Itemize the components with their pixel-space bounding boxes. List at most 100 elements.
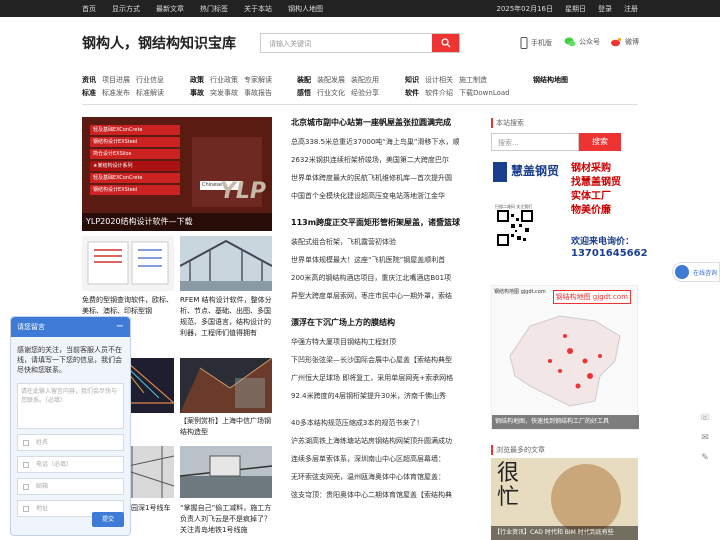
thumb-caption[interactable]: 免费的型钢查询软件，欧标、美标、澳标、印标型钢 [82, 295, 174, 317]
nav-head[interactable]: 事故 [190, 87, 204, 100]
article-headline[interactable]: 北京城市副中心站第一座帆屋盖张拉圆满完成 [291, 117, 476, 133]
thumb-qingdao-metro[interactable] [180, 446, 272, 498]
phone-icon[interactable]: ☏ [695, 408, 715, 428]
message-textarea[interactable]: 请在此输入留言内容，我们会尽快与您联系。（必填） [17, 383, 124, 429]
nav-head[interactable]: 政策 [190, 74, 204, 87]
nav-item[interactable]: 行业文化 [317, 87, 345, 100]
article-link[interactable]: 弦支穹顶：贵阳奥体中心二期体育馆屋盖【索结构典 [291, 486, 476, 504]
article-group: 113m跨度正交平面矩形管桁架屋盖，诸暨篮球 装配式组合桁架，飞机露营初体验 世… [291, 217, 476, 305]
weibo-link[interactable]: 微博 [610, 37, 639, 47]
nav-item[interactable]: 装配发展 [317, 74, 345, 87]
nav-item[interactable]: 专家解读 [244, 74, 272, 87]
ad-phone[interactable]: 13701645662 [571, 248, 648, 259]
brand-logo-icon [493, 162, 507, 182]
article-headline[interactable]: 漂浮在下沉广场上方的膜结构 [291, 317, 476, 333]
article-link[interactable]: 下凹形张弦梁—长沙国际会展中心屋盖【索结构典型 [291, 351, 476, 369]
chat-header[interactable]: 请您留言 − [11, 317, 130, 337]
article-link[interactable]: 华强方特大厦项目钢结构工程封顶 [291, 333, 476, 351]
steel-map-banner[interactable]: 钢结构地图 gjgdt.com 钢结构地图 gjgdt.com 钢结构地图，快速… [491, 285, 639, 430]
phone-field[interactable]: 电话（必填） [17, 456, 124, 473]
nav-display-mode[interactable]: 显示方式 [112, 4, 140, 14]
login-link[interactable]: 登录 [598, 4, 612, 14]
thumb-caption[interactable]: 【案例赏析】上海中信广场钢结构造型 [180, 416, 272, 438]
hot-article-banner[interactable]: 很忙 【行业资讯】CAD 时代和 BIM 时代到底有些 [491, 458, 638, 540]
hot-caption: 【行业资讯】CAD 时代和 BIM 时代到底有些 [491, 526, 638, 540]
email-field[interactable]: 邮箱 [17, 478, 124, 495]
chat-icon[interactable]: ✉ [695, 428, 715, 448]
article-link[interactable]: 总高338.5米总重近37000吨“海上鸟巢”滑移下水，顺 [291, 133, 476, 151]
nav-latest-articles[interactable]: 最新文章 [156, 4, 184, 14]
nav-item[interactable]: 施工制造 [459, 74, 487, 87]
article-link[interactable]: 92.4米跨度的4层钢桁架提升30米，济南千佛山秀 [291, 387, 476, 405]
article-link[interactable]: 无环索弦支网壳，温州瓯海奥体中心体育馆屋盖： [291, 468, 476, 486]
article-link[interactable]: 广州恒大足球场 即将复工，采用单层网壳+索承网格 [291, 369, 476, 387]
field-placeholder: 地址 [36, 505, 49, 512]
thumb-shanghai-citic-plaza[interactable] [180, 358, 272, 413]
nav-item[interactable]: 突发事故 [210, 87, 238, 100]
search-placeholder: 搜索... [498, 139, 519, 147]
nav-head[interactable]: 资讯 [82, 74, 96, 87]
nav-item[interactable]: 行业政策 [210, 74, 238, 87]
nav-item[interactable]: 标准发布 [102, 87, 130, 100]
submit-button[interactable]: 提交 [92, 512, 124, 527]
thumb-steel-section-software[interactable] [82, 236, 174, 291]
search-input[interactable]: 请输入关键词 [269, 39, 311, 49]
nav-item[interactable]: 设计相关 [425, 74, 453, 87]
floating-toolbar: ☏ ✉ ✎ [695, 408, 715, 468]
sidebar-search-input[interactable]: 搜索... [491, 133, 579, 151]
nav-head[interactable]: 感悟 [297, 87, 311, 100]
minimize-icon[interactable]: − [116, 317, 124, 337]
article-link[interactable]: 异型大跨度单层索网，枣庄市民中心一期外罩，索结 [291, 287, 476, 305]
article-group: 北京城市副中心站第一座帆屋盖张拉圆满完成 总高338.5米总重近37000吨“海… [291, 117, 476, 205]
nav-item[interactable]: 软件介绍 [425, 87, 453, 100]
article-link[interactable]: 沪苏湖高铁上海练塘站站房钢结构网架顶升圆满成功 [291, 432, 476, 450]
header-search[interactable]: 请输入关键词 [260, 33, 460, 53]
slider-caption[interactable]: YLP2020结构设计软件—下载 [82, 213, 272, 231]
featured-slider[interactable]: 轻及基础EXConCrete 钢结构设计EXSteel 简仓设计EXSilos … [82, 117, 272, 231]
header-divider [82, 104, 638, 105]
mobile-link[interactable]: 手机版 [520, 37, 552, 49]
sidebar-hot-title: 浏览最多的文章 [491, 445, 638, 455]
nav-head[interactable]: 标准 [82, 87, 96, 100]
nav-about[interactable]: 关于本站 [244, 4, 272, 14]
nav-item[interactable]: 行业信息 [136, 74, 164, 87]
article-link[interactable]: 连续多层单索体系，深圳南山中心区超高层幕墙： [291, 450, 476, 468]
mobile-label: 手机版 [531, 39, 552, 47]
article-link[interactable]: 装配式组合桁架，飞机露营初体验 [291, 233, 476, 251]
menu-row: 钢结构设计EXSteel [90, 137, 180, 147]
article-link[interactable]: 40多本结构规范压缩成3本的规范书来了！ [291, 414, 476, 432]
thumb-caption[interactable]: RFEM 结构设计软件，整体分析、节点、基础、出图、多国规范、多国语言，结构设计… [180, 295, 272, 355]
nav-item[interactable]: 下载DownLoad [459, 87, 510, 100]
nav-head[interactable]: 软件 [405, 87, 419, 100]
wechat-link[interactable]: 公众号 [564, 37, 600, 47]
article-link[interactable]: 世界单体跨度最大的民航飞机维修机库—首次提升圆 [291, 169, 476, 187]
nav-item[interactable]: 装配应用 [351, 74, 379, 87]
nav-home[interactable]: 首页 [82, 4, 96, 14]
nav-item[interactable]: 标准解读 [136, 87, 164, 100]
huigai-steel-ad[interactable]: 慧盖钢贸 扫描二维码 关注我们 钢材采购 找慧盖钢贸 实体工厂 物美价廉 欢迎来… [491, 160, 648, 268]
article-link[interactable]: 2632米钢拱连续桁架桥竣场，美国第二大跨度巴尔 [291, 151, 476, 169]
article-link[interactable]: 200米高的钢结构酒店项目，重庆江北嘴酒店B01项 [291, 269, 476, 287]
sidebar-search-button[interactable]: 搜索 [579, 133, 621, 151]
menu-row: 轻及基础EXConCrete [90, 125, 180, 135]
name-field[interactable]: 姓名 [17, 434, 124, 451]
nav-head[interactable]: 知识 [405, 74, 419, 87]
search-button[interactable] [432, 34, 459, 52]
site-logo[interactable]: 钢构人，钢结构知识宝库 [82, 33, 236, 53]
nav-site-map[interactable]: 钢构人地图 [288, 4, 323, 14]
article-link[interactable]: 世界单体规模最大！这座“飞机医院”钢屋盖顺利首 [291, 251, 476, 269]
thumb-caption[interactable]: “掌握自己”偷工减料，施工方负责人刘飞云是不是疯掉了？关注青岛地铁1号线施 [180, 503, 272, 537]
menu-row: 简仓设计EXSilos [90, 149, 180, 159]
nav-hot-tags[interactable]: 热门标签 [200, 4, 228, 14]
nav-item[interactable]: 事故报告 [244, 87, 272, 100]
register-link[interactable]: 注册 [624, 4, 638, 14]
article-headline[interactable]: 113m跨度正交平面矩形管桁架屋盖，诸暨篮球 [291, 217, 476, 233]
nav-item[interactable]: 项目进展 [102, 74, 130, 87]
nav-steel-map[interactable]: 钢结构地图 [533, 74, 568, 87]
nav-head[interactable]: 装配 [297, 74, 311, 87]
article-link[interactable]: 中国首个全模块化建设超高压变电站落地浙江金华 [291, 187, 476, 205]
nav-item[interactable]: 经验分享 [351, 87, 379, 100]
edit-icon[interactable]: ✎ [695, 448, 715, 468]
thumb-rfem-software[interactable] [180, 236, 272, 291]
online-consult-button[interactable]: 在线咨询 [672, 262, 720, 282]
